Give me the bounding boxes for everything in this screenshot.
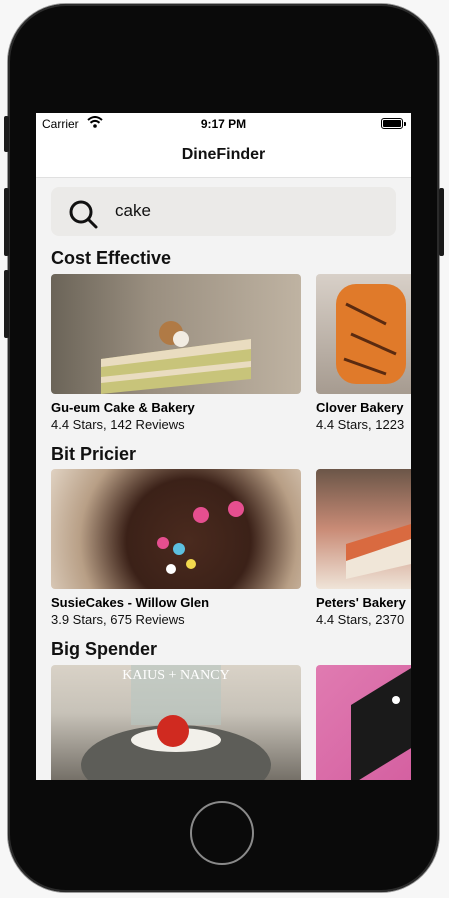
status-time: 9:17 PM bbox=[200, 117, 247, 131]
power-button bbox=[439, 188, 444, 256]
restaurant-card[interactable]: KAIUS + NANCY bbox=[51, 665, 301, 780]
home-button[interactable] bbox=[190, 801, 254, 865]
restaurant-rating: 3.9 Stars, 675 Reviews bbox=[51, 612, 185, 627]
nav-title: DineFinder bbox=[181, 146, 266, 163]
pink-box-image bbox=[351, 668, 411, 780]
restaurant-name: Gu-eum Cake & Bakery bbox=[51, 400, 195, 415]
restaurant-rating: 4.4 Stars, 1223 bbox=[316, 417, 405, 432]
search-bar[interactable] bbox=[51, 187, 396, 236]
restaurant-photo[interactable] bbox=[316, 274, 411, 394]
section-title-big-spender: Big Spender bbox=[51, 639, 158, 659]
restaurant-photo[interactable]: KAIUS + NANCY bbox=[51, 665, 301, 780]
restaurant-card[interactable]: Clover Bakery 4.4 Stars, 1223 bbox=[316, 274, 411, 432]
restaurant-name: Clover Bakery bbox=[316, 400, 404, 415]
restaurant-photo[interactable] bbox=[51, 274, 301, 394]
search-input[interactable] bbox=[115, 199, 375, 223]
app-screen: Carrier 9:17 PM DineFinder Cost Effectiv… bbox=[36, 113, 411, 780]
gray-cake-image: KAIUS + NANCY bbox=[81, 665, 271, 780]
chocolate-cupcake-image bbox=[157, 501, 244, 574]
navigation-bar: DineFinder bbox=[36, 133, 411, 178]
carousel-cost-effective[interactable]: Gu-eum Cake & Bakery 4.4 Stars, 142 Revi… bbox=[51, 274, 411, 444]
results-content[interactable]: Cost Effective Gu-eum Cake & Bakery 4.4 … bbox=[36, 178, 411, 780]
cake-topper-text: KAIUS + NANCY bbox=[122, 668, 229, 683]
restaurant-photo[interactable] bbox=[51, 469, 301, 589]
battery-icon bbox=[381, 118, 406, 129]
restaurant-rating: 4.4 Stars, 2370 bbox=[316, 612, 405, 627]
restaurant-rating: 4.4 Stars, 142 Reviews bbox=[51, 417, 185, 432]
restaurant-photo[interactable] bbox=[316, 665, 411, 780]
restaurant-card[interactable]: Peters' Bakery 4.4 Stars, 2370 bbox=[316, 469, 411, 627]
cake-slice-image bbox=[101, 321, 251, 394]
mute-switch bbox=[4, 116, 9, 152]
restaurant-card[interactable]: SusieCakes - Willow Glen 3.9 Stars, 675 … bbox=[51, 469, 301, 627]
restaurant-photo[interactable] bbox=[316, 469, 411, 589]
section-title-bit-pricier: Bit Pricier bbox=[51, 444, 137, 464]
restaurant-name: Peters' Bakery bbox=[316, 595, 406, 610]
search-icon[interactable] bbox=[67, 198, 99, 230]
volume-up-button bbox=[4, 188, 9, 256]
cake-slices-image bbox=[346, 524, 411, 579]
volume-down-button bbox=[4, 270, 9, 338]
restaurant-name: SusieCakes - Willow Glen bbox=[51, 595, 210, 610]
pastry-image bbox=[336, 284, 406, 384]
restaurant-card[interactable]: Gu-eum Cake & Bakery 4.4 Stars, 142 Revi… bbox=[51, 274, 301, 432]
section-title-cost-effective: Cost Effective bbox=[51, 248, 172, 268]
carousel-big-spender[interactable]: KAIUS + NANCY bbox=[51, 665, 411, 780]
carousel-bit-pricier[interactable]: SusieCakes - Willow Glen 3.9 Stars, 675 … bbox=[51, 469, 411, 639]
restaurant-card[interactable] bbox=[316, 665, 411, 780]
status-bar: Carrier 9:17 PM bbox=[36, 113, 411, 133]
